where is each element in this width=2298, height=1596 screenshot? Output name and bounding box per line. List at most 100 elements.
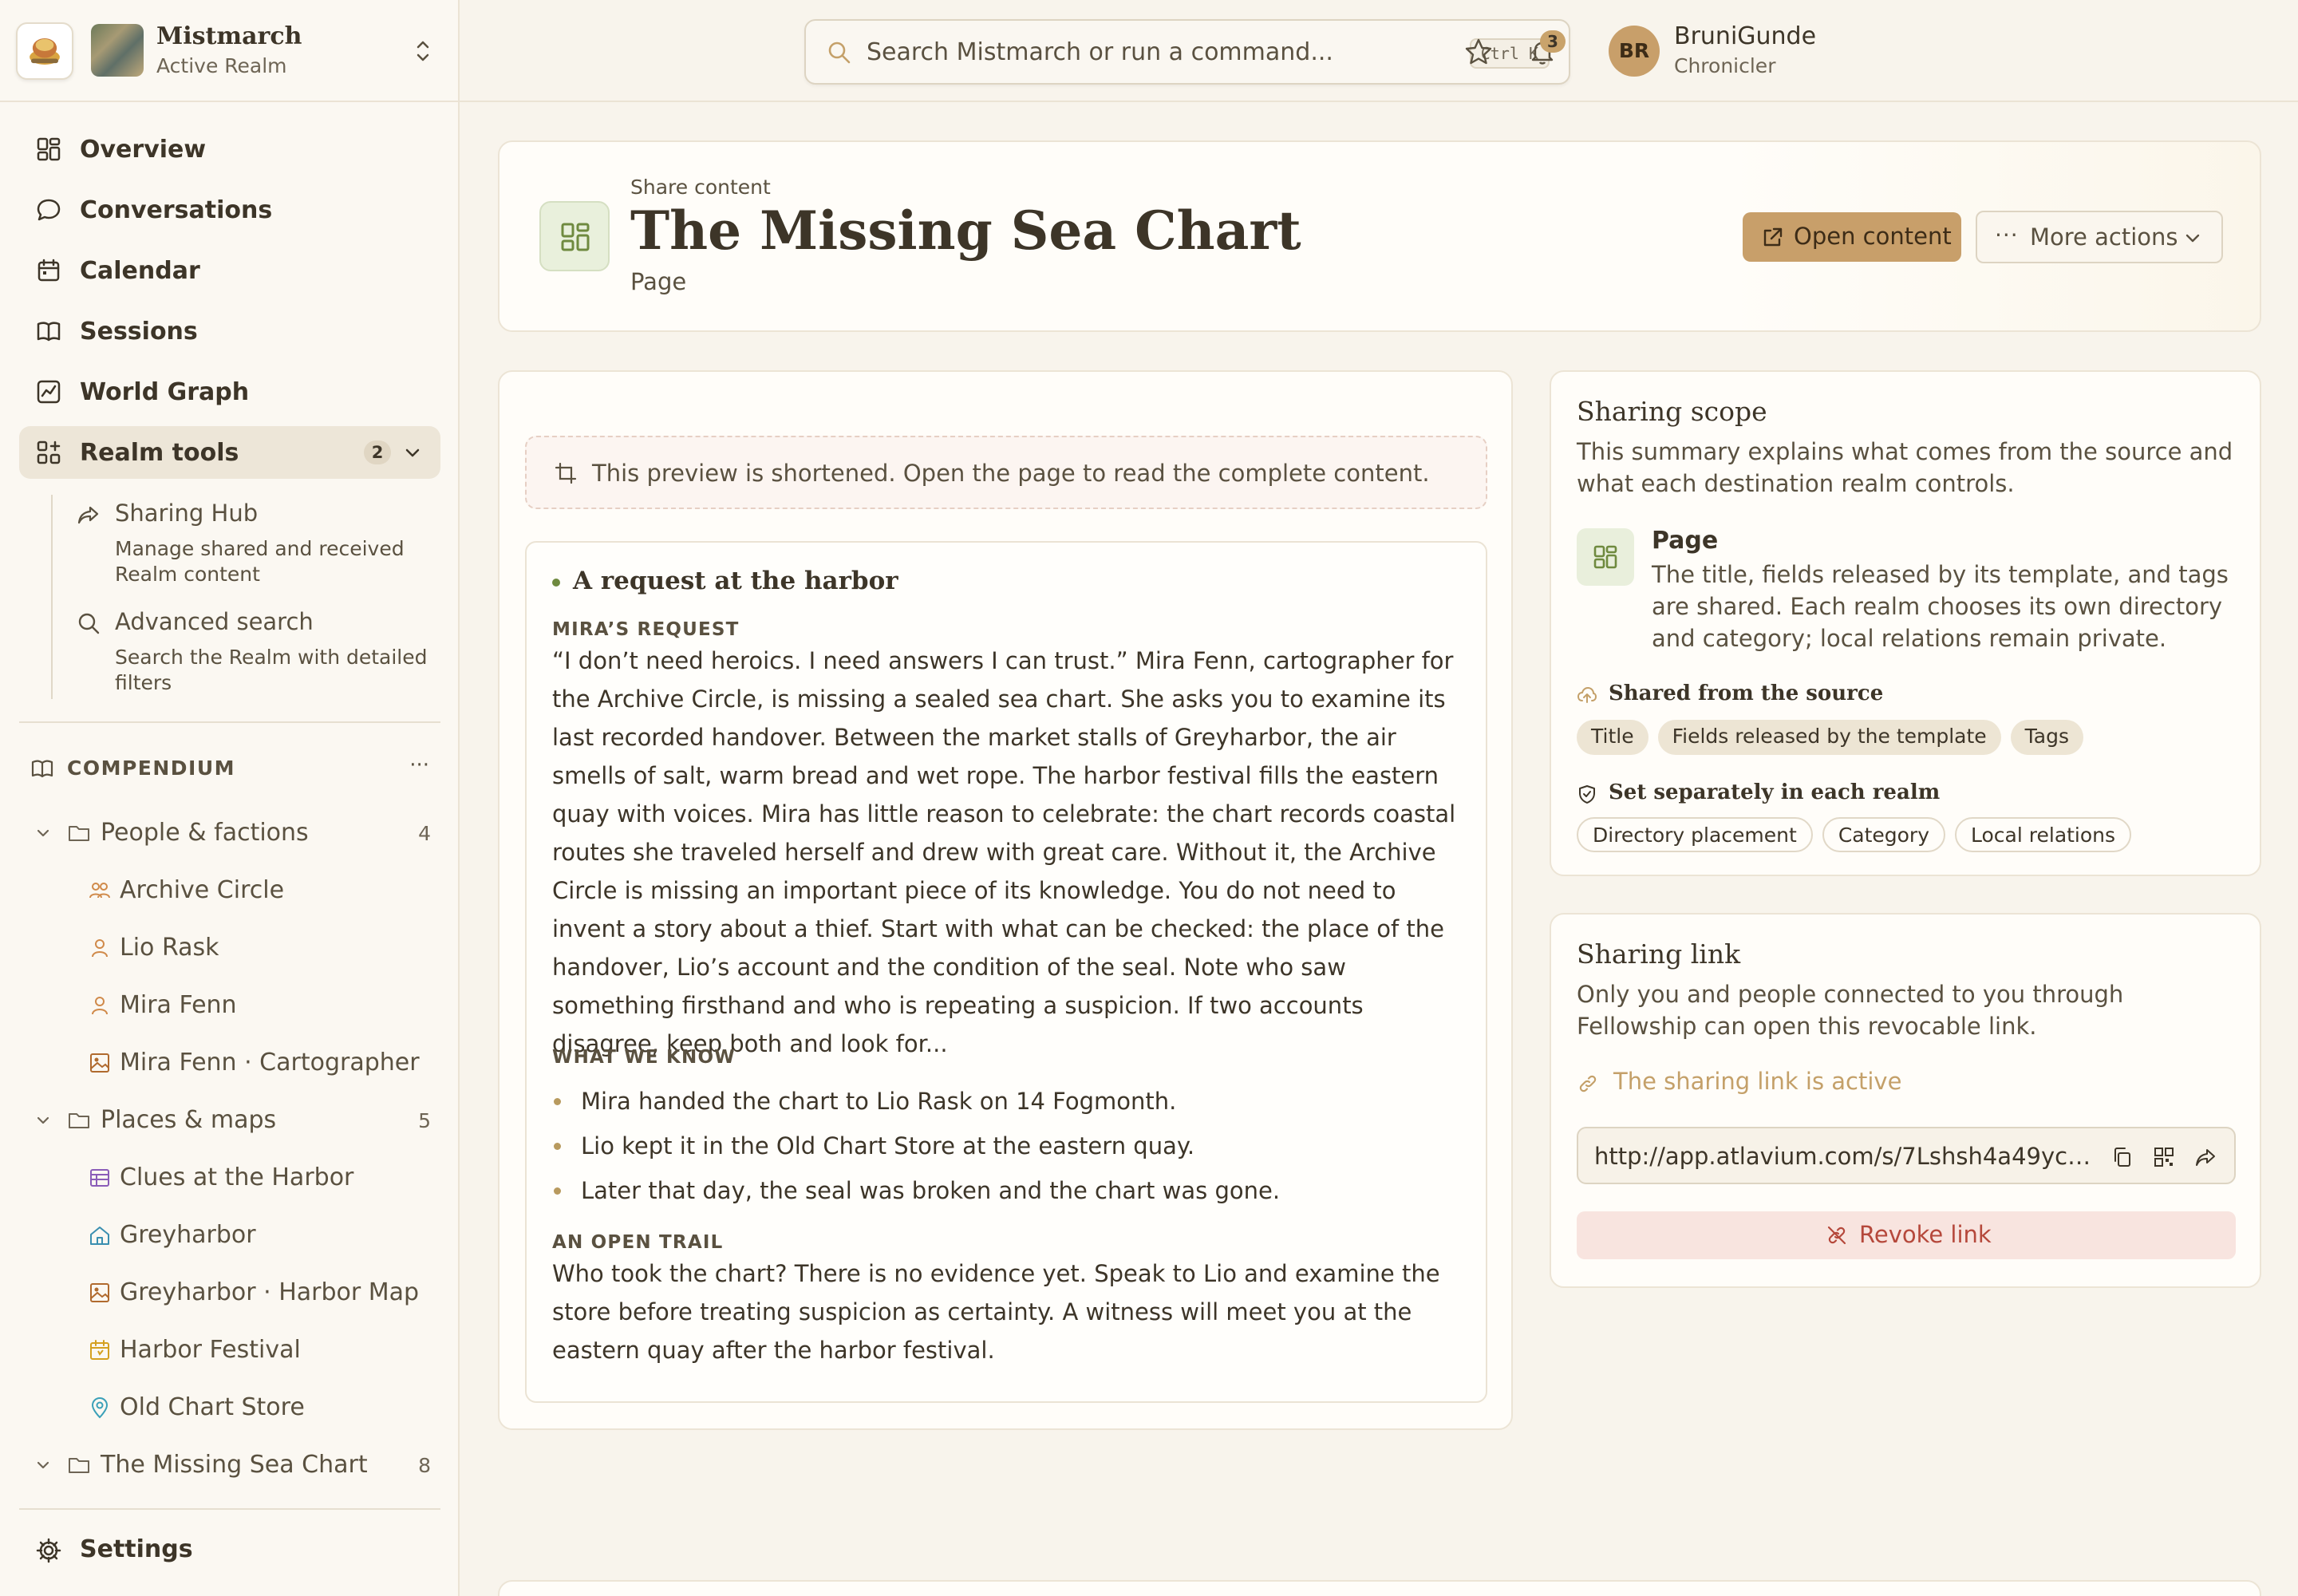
nav-settings[interactable]: Settings xyxy=(19,1526,440,1574)
nav-overview[interactable]: Overview xyxy=(19,123,440,176)
tree-item-old-chart-store[interactable]: Old Chart Store xyxy=(88,1390,439,1425)
nav-calendar[interactable]: Calendar xyxy=(19,244,440,297)
tree-folder-missing-sea-chart[interactable]: The Missing Sea Chart 8 xyxy=(32,1448,431,1483)
more-actions-button[interactable]: ··· More actions xyxy=(1976,211,2223,263)
tree-folder-count: 4 xyxy=(418,822,431,845)
content-preview-card: This preview is shortened. Open the page… xyxy=(498,370,1513,1430)
section-paragraph: Who took the chart? There is no evidence… xyxy=(552,1260,1440,1364)
preview-shortened-notice: This preview is shortened. Open the page… xyxy=(525,436,1487,509)
chip: Title xyxy=(1577,720,1648,755)
user-role: Chronicler xyxy=(1674,54,1776,77)
sharing-scope-description: This summary explains what comes from th… xyxy=(1577,438,2233,497)
nav-world-graph[interactable]: World Graph xyxy=(19,365,440,418)
subnav-title: Advanced search xyxy=(115,608,314,635)
tree-item-mira-fenn[interactable]: Mira Fenn xyxy=(88,988,439,1023)
subnav-sharing-hub[interactable]: Sharing Hub Manage shared and received R… xyxy=(77,500,444,587)
tree-folder-label: Places & maps xyxy=(101,1106,277,1134)
sharing-link-description: Only you and people connected to you thr… xyxy=(1577,981,2124,1040)
top-bar: Search Mistmarch or run a command... Ctr… xyxy=(460,0,2298,102)
tree-item-archive-circle[interactable]: Archive Circle xyxy=(88,873,439,908)
nav-label: Realm tools xyxy=(80,438,239,467)
folder-icon xyxy=(69,1458,89,1473)
chip: Fields released by the template xyxy=(1657,720,2001,755)
tree-item-label: Old Chart Store xyxy=(120,1393,305,1421)
cloud-upload-icon xyxy=(1577,687,1597,703)
page-layout-icon xyxy=(1593,545,1617,569)
subnav-description: Search the Realm with detailed filters xyxy=(115,646,428,694)
nav-label: Calendar xyxy=(80,256,200,285)
qr-code-icon[interactable] xyxy=(2153,1146,2175,1168)
nav-realm-tools[interactable]: Realm tools 2 xyxy=(19,426,440,479)
person-icon xyxy=(92,939,108,958)
chevron-down-icon[interactable] xyxy=(32,822,54,844)
subnav-advanced-search[interactable]: Advanced search Search the Realm with de… xyxy=(77,608,444,696)
open-content-button[interactable]: Open content xyxy=(1743,212,1961,262)
section-paragraph: “I don’t need heroics. I need answers I … xyxy=(552,647,1456,1057)
avatar[interactable]: BR xyxy=(1609,26,1660,77)
sharing-link-card: Sharing link Only you and people connect… xyxy=(1550,913,2261,1288)
sidebar-divider xyxy=(19,721,440,723)
image-icon xyxy=(90,1053,109,1073)
person-icon xyxy=(92,997,108,1015)
compendium-more-button[interactable]: ··· xyxy=(409,753,429,777)
tree-item-label: Harbor Festival xyxy=(120,1336,301,1364)
chevron-down-icon xyxy=(2185,234,2200,243)
tree-item-label: Greyharbor · Harbor Map xyxy=(120,1278,420,1306)
compendium-header: COMPENDIUM ··· xyxy=(30,753,429,785)
nav-sessions[interactable]: Sessions xyxy=(19,305,440,358)
group-icon xyxy=(89,883,110,899)
dashboard-icon xyxy=(37,137,61,161)
share-forward-icon[interactable] xyxy=(2194,1146,2217,1168)
external-link-icon xyxy=(1763,227,1783,247)
chevron-down-icon[interactable] xyxy=(32,1454,54,1476)
tree-item-greyharbor[interactable]: Greyharbor xyxy=(88,1218,439,1253)
sharing-link-title: Sharing link xyxy=(1577,938,1741,970)
tree-item-harbor-festival[interactable]: Harbor Festival xyxy=(88,1333,439,1368)
content-type: Page xyxy=(630,268,687,295)
tree-item-mira-fenn-cartographer[interactable]: Mira Fenn · Cartographer xyxy=(88,1045,439,1080)
tree-item-label: Mira Fenn xyxy=(120,991,237,1019)
link-off-icon xyxy=(1827,1226,1846,1245)
image-icon xyxy=(90,1283,109,1302)
copy-icon[interactable] xyxy=(2111,1146,2134,1168)
search-placeholder: Search Mistmarch or run a command... xyxy=(867,38,1333,66)
scope-page-name: Page xyxy=(1652,527,1719,555)
chat-bubble-icon xyxy=(37,199,61,221)
tree-item-clues-at-the-harbor[interactable]: Clues at the Harbor xyxy=(88,1160,439,1195)
notification-badge: 3 xyxy=(1540,30,1566,53)
sharing-url-field[interactable]: http://app.atlavium.com/s/7Lshsh4a49ycq.… xyxy=(1577,1127,2236,1184)
shared-from-source-heading: Shared from the source xyxy=(1577,681,2055,707)
tree-folder-label: People & factions xyxy=(101,819,309,847)
search-icon xyxy=(828,41,851,64)
scope-page-description: The title, fields released by its templa… xyxy=(1652,561,2229,652)
tree-folder-places-maps[interactable]: Places & maps 5 xyxy=(32,1103,431,1138)
notice-text: This preview is shortened. Open the page… xyxy=(592,460,1430,487)
table-icon xyxy=(90,1169,109,1187)
nav-conversations[interactable]: Conversations xyxy=(19,184,440,236)
section-label: WHAT WE KNOW xyxy=(552,1047,736,1068)
chevron-down-icon[interactable] xyxy=(402,442,423,463)
tree-folder-people-factions[interactable]: People & factions 4 xyxy=(32,816,431,851)
revoke-link-button[interactable]: Revoke link xyxy=(1577,1211,2236,1259)
star-icon[interactable] xyxy=(1463,37,1494,67)
tree-item-lio-rask[interactable]: Lio Rask xyxy=(88,930,439,966)
page-type-icon xyxy=(1577,528,1634,586)
tree-item-label: Greyharbor xyxy=(120,1221,256,1249)
sharing-url[interactable]: http://app.atlavium.com/s/7Lshsh4a49ycq.… xyxy=(1594,1143,2097,1170)
open-content-label: Open content xyxy=(1794,223,1952,250)
nav-label: World Graph xyxy=(80,377,250,406)
folder-icon xyxy=(69,826,89,841)
sidebar-divider xyxy=(19,1508,440,1510)
tree-item-greyharbor-harbor-map[interactable]: Greyharbor · Harbor Map xyxy=(88,1275,439,1310)
chevron-down-icon[interactable] xyxy=(32,1109,54,1132)
shared-chips: Title Fields released by the template Ta… xyxy=(1577,720,2084,755)
compendium-title: COMPENDIUM xyxy=(67,757,236,780)
page-type-icon xyxy=(539,201,610,271)
book-icon xyxy=(31,760,53,778)
command-search[interactable]: Search Mistmarch or run a command... Ctr… xyxy=(804,19,1570,85)
book-open-icon xyxy=(37,322,61,342)
settings-label: Settings xyxy=(80,1535,193,1563)
revoke-link-label: Revoke link xyxy=(1859,1221,1992,1248)
list-item: Later that day, the seal was broken and … xyxy=(552,1168,1470,1213)
realm-switcher[interactable]: Mistmarch Active Realm xyxy=(0,0,458,102)
